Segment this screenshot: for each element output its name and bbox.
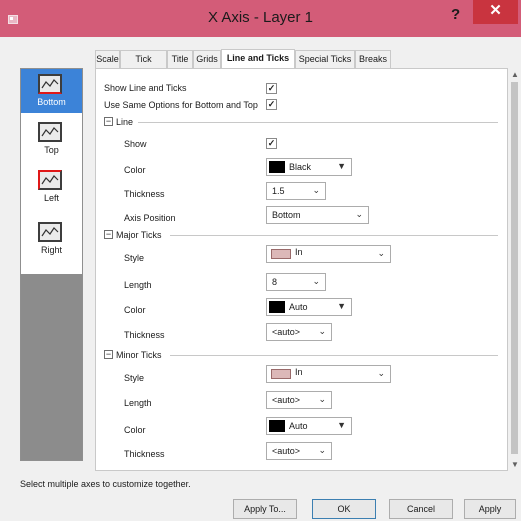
tab-line-and-ticks[interactable]: Line and Ticks [221,49,295,68]
axis-position-dropdown[interactable]: Bottom ⌄ [266,206,369,224]
chevron-down-icon: ⌄ [312,276,320,286]
same-options-label: Use Same Options for Bottom and Top [104,100,258,110]
line-color-dropdown[interactable]: Black ▼ [266,158,352,176]
scroll-down-icon[interactable]: ▼ [511,460,519,469]
tab-scale[interactable]: Scale [95,50,120,68]
chevron-down-icon: ⌄ [318,445,326,455]
axis-label-left: Left [43,193,59,203]
axis-label-top: Top [44,145,59,155]
major-style-dropdown[interactable]: In ⌄ [266,245,391,263]
scroll-up-icon[interactable]: ▲ [511,70,519,79]
major-ticks-group-label: Major Ticks [116,230,162,240]
minor-color-dropdown[interactable]: Auto ▼ [266,417,352,435]
chevron-down-icon: ⌄ [377,368,385,378]
line-color-label: Color [124,165,146,175]
line-group-divider [138,122,498,123]
close-button[interactable]: ✕ [473,0,518,24]
line-thickness-value: 1.5 [272,186,285,196]
chevron-down-icon: ▼ [337,161,346,171]
chevron-down-icon: ⌄ [377,248,385,258]
axis-bottom-icon [38,74,62,94]
axis-list-empty-area [21,274,82,460]
major-color-swatch [269,301,285,313]
major-length-value: 8 [272,277,278,287]
line-color-value: Black [289,162,312,172]
major-style-label: Style [124,253,145,263]
axis-item-right[interactable]: Right [21,217,82,261]
major-thickness-value: <auto> [272,327,301,337]
minor-thickness-value: <auto> [272,446,301,456]
line-thickness-dropdown[interactable]: 1.5 ⌄ [266,182,326,200]
major-length-dropdown[interactable]: 8 ⌄ [266,273,326,291]
minor-thickness-dropdown[interactable]: <auto> ⌄ [266,442,332,460]
line-thickness-label: Thickness [124,189,165,199]
line-and-ticks-panel: Show Line and Ticks ✓ Use Same Options f… [95,68,508,471]
minor-color-value: Auto [289,421,308,431]
tab-special-ticks[interactable]: Special Ticks [295,50,355,68]
axis-left-icon [38,170,62,190]
axis-label-right: Right [40,245,62,255]
minor-ticks-collapse-toggle[interactable]: − [104,350,113,359]
chevron-down-icon: ▼ [337,420,346,430]
major-thickness-label: Thickness [124,330,165,340]
chevron-down-icon: ▼ [337,301,346,311]
axis-item-top[interactable]: Top [21,117,82,161]
axis-list: Bottom Top Left Right [20,68,83,461]
major-length-label: Length [124,280,152,290]
help-button[interactable]: ? [451,6,460,23]
tab-breaks[interactable]: Breaks [355,50,391,68]
same-options-checkbox[interactable]: ✓ [266,99,277,110]
chevron-down-icon: ⌄ [355,209,363,219]
tick-style-swatch [271,369,291,379]
major-color-value: Auto [289,302,308,312]
minor-thickness-label: Thickness [124,449,165,459]
title-bar: X Axis - Layer 1 ? ✕ [0,0,521,37]
minor-style-dropdown[interactable]: In ⌄ [266,365,391,383]
minor-length-value: <auto> [272,395,301,405]
axis-top-icon [38,122,62,142]
chevron-down-icon: ⌄ [312,185,320,195]
minor-ticks-divider [170,355,498,356]
minor-length-label: Length [124,398,152,408]
line-show-checkbox[interactable]: ✓ [266,138,277,149]
minor-style-value: In [295,367,303,377]
cancel-button[interactable]: Cancel [389,499,453,519]
tab-tick-labels[interactable]: Tick Labels [120,50,167,81]
line-color-swatch [269,161,285,173]
axis-right-icon [38,222,62,242]
chevron-down-icon: ⌄ [318,394,326,404]
major-color-dropdown[interactable]: Auto ▼ [266,298,352,316]
show-line-and-ticks-checkbox[interactable]: ✓ [266,83,277,94]
ok-button[interactable]: OK [312,499,376,519]
panel-scrollbar[interactable]: ▲ ▼ [508,68,521,471]
minor-style-label: Style [124,373,145,383]
minor-ticks-group-label: Minor Ticks [116,350,162,360]
line-group-label: Line [116,117,134,127]
major-color-label: Color [124,305,146,315]
minor-color-label: Color [124,425,146,435]
minor-color-swatch [269,420,285,432]
chevron-down-icon: ⌄ [318,326,326,336]
axis-position-label: Axis Position [124,213,176,223]
major-thickness-dropdown[interactable]: <auto> ⌄ [266,323,332,341]
tab-title[interactable]: Title [167,50,193,68]
major-style-value: In [295,247,303,257]
major-ticks-collapse-toggle[interactable]: − [104,230,113,239]
window-title: X Axis - Layer 1 [207,9,314,26]
axis-label-bottom: Bottom [37,97,66,107]
tab-grids[interactable]: Grids [193,50,221,68]
footer-hint: Select multiple axes to customize togeth… [20,479,191,489]
minor-length-dropdown[interactable]: <auto> ⌄ [266,391,332,409]
axis-item-left[interactable]: Left [21,165,82,209]
show-line-and-ticks-label: Show Line and Ticks [104,83,187,93]
apply-to-button[interactable]: Apply To... [233,499,297,519]
scroll-thumb[interactable] [511,82,518,454]
axis-item-bottom[interactable]: Bottom [21,69,82,113]
axis-position-value: Bottom [272,210,301,220]
line-show-label: Show [124,139,147,149]
major-ticks-divider [170,235,498,236]
line-collapse-toggle[interactable]: − [104,117,113,126]
apply-button[interactable]: Apply [464,499,516,519]
tick-style-swatch [271,249,291,259]
